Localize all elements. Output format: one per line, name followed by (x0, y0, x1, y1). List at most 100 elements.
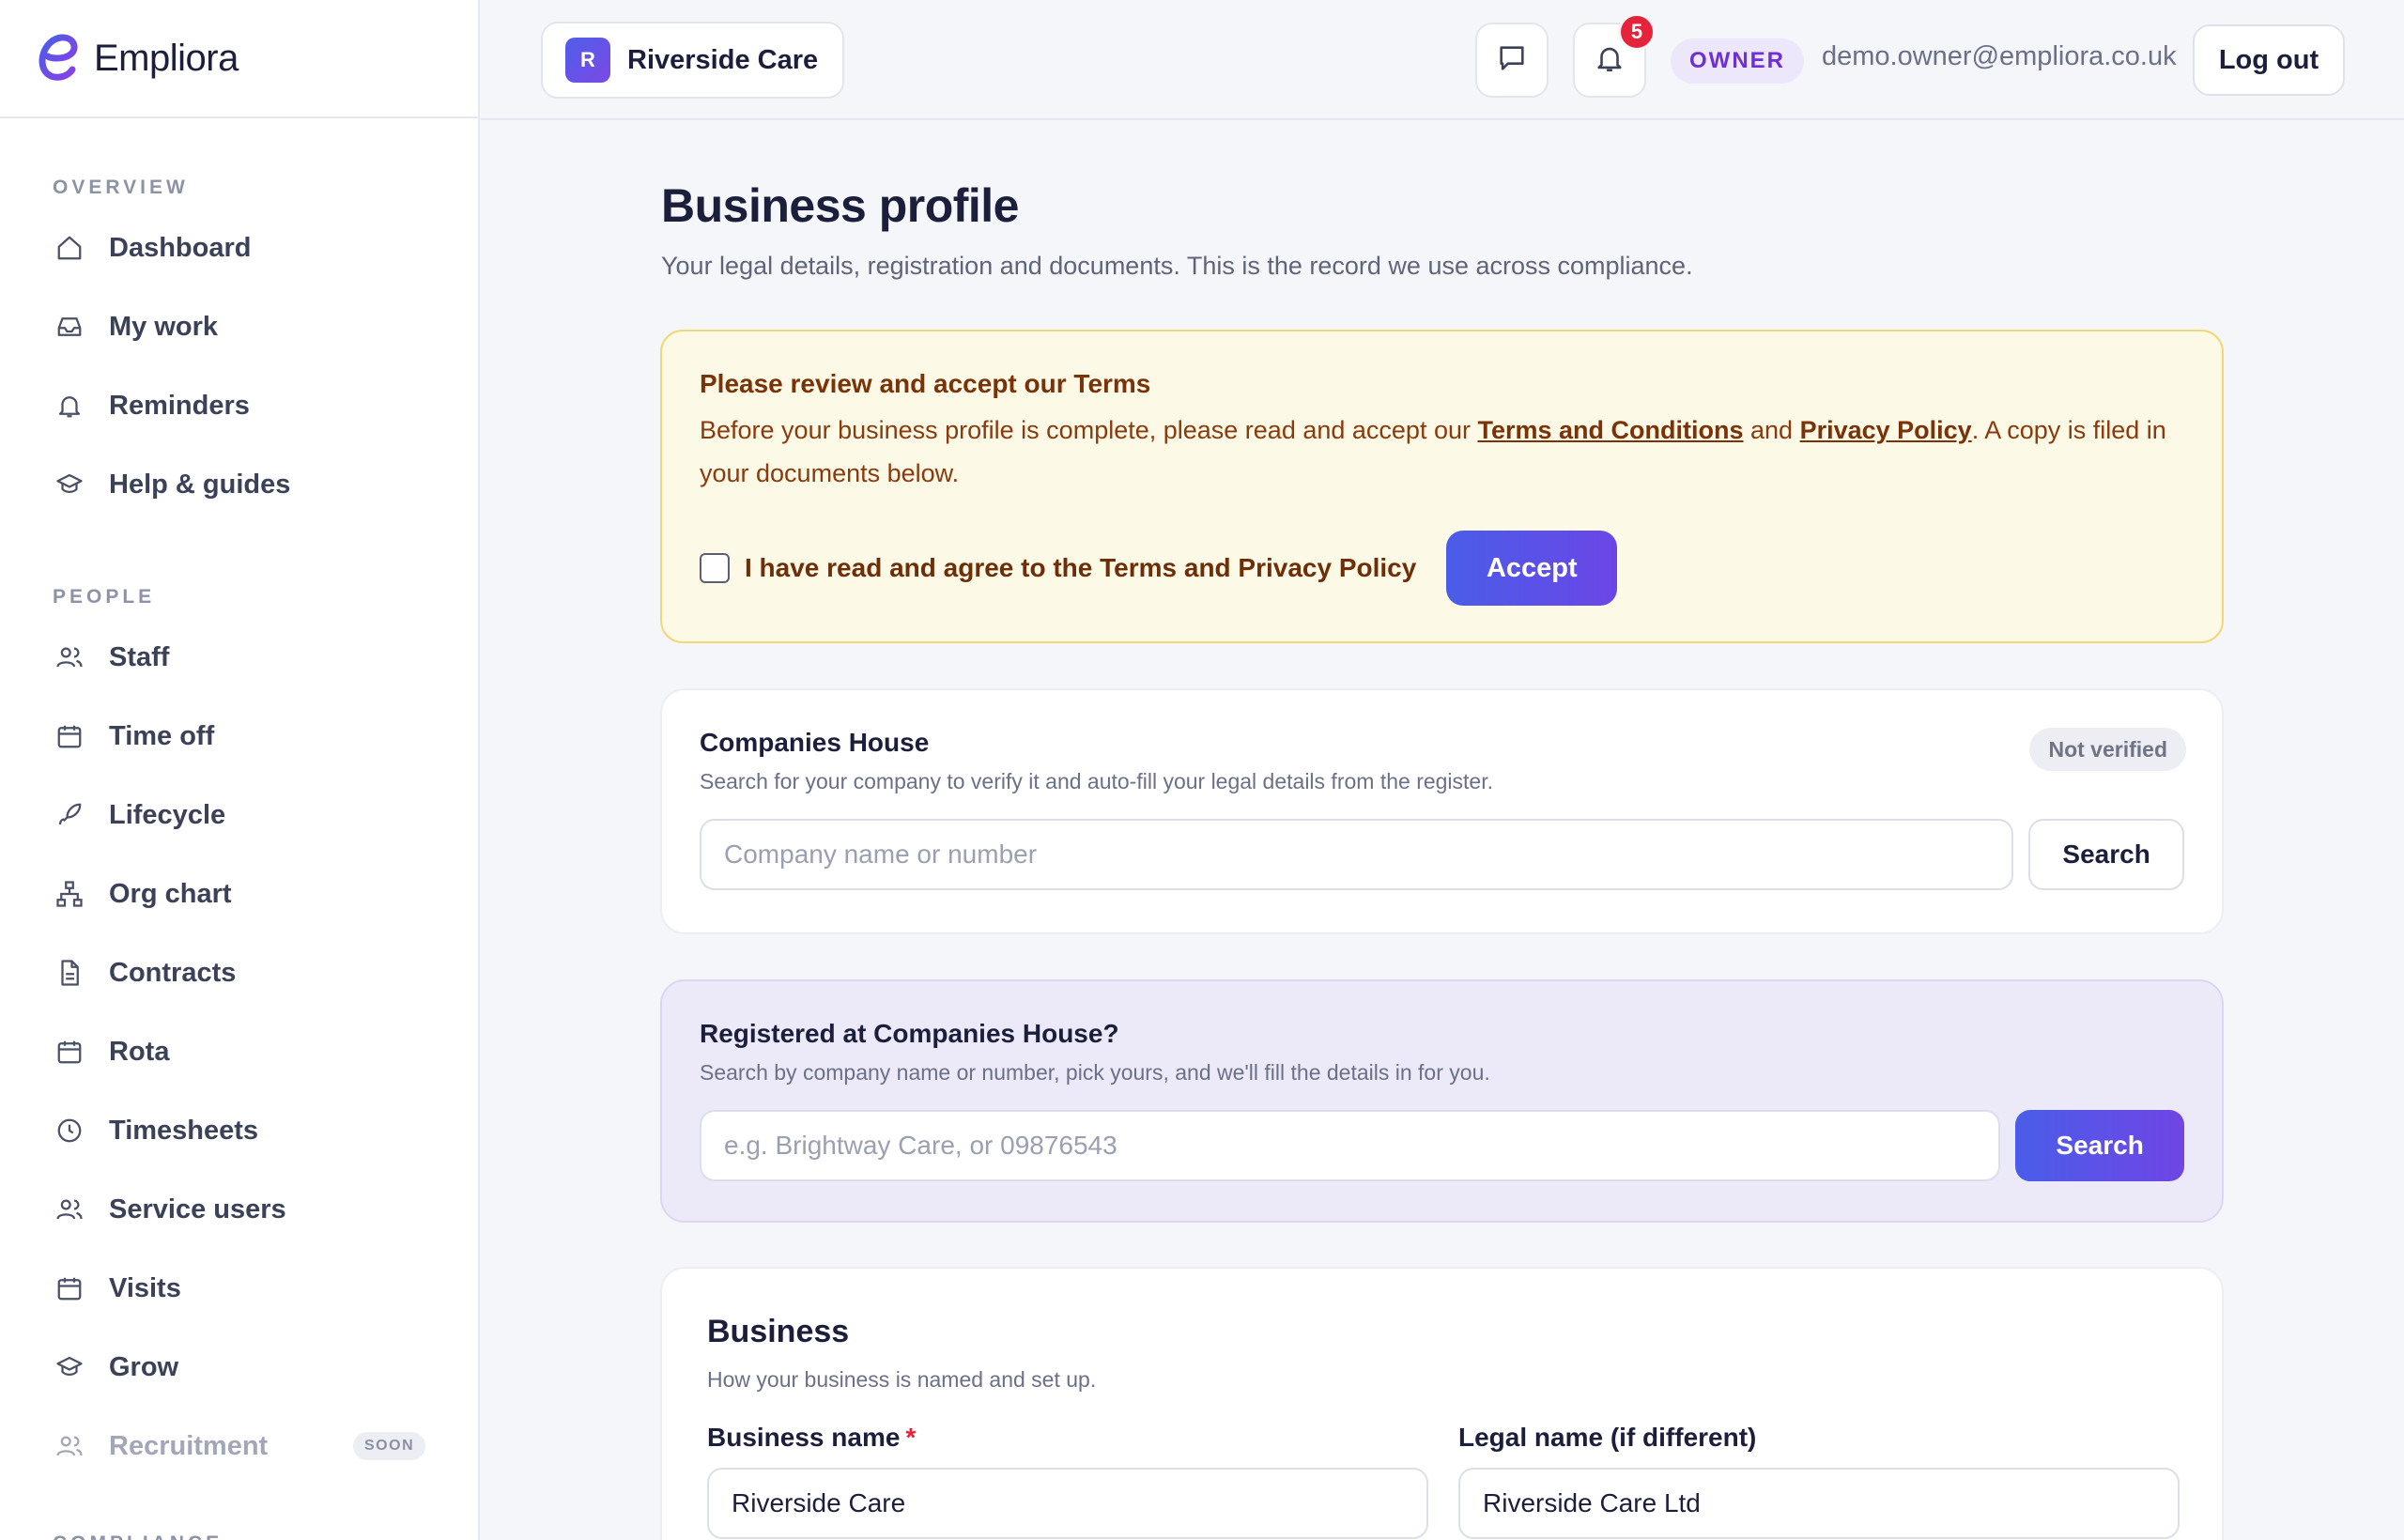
nav-item-service-users[interactable]: Service users (0, 1170, 478, 1249)
notification-count-badge: 5 (1618, 13, 1656, 51)
registered-search-input[interactable] (700, 1110, 2001, 1181)
legal-name-field: Legal name (if different) (1458, 1423, 2180, 1539)
privacy-policy-link[interactable]: Privacy Policy (1800, 416, 1972, 444)
terms-body-prefix: Before your business profile is complete… (700, 416, 1478, 444)
soon-badge: SOON (353, 1432, 426, 1460)
users-icon (53, 1429, 86, 1463)
nav-label: Org chart (109, 878, 232, 909)
nav-label: Time off (109, 720, 215, 751)
business-fields-row: Business name* Legal name (if different) (707, 1423, 2180, 1539)
agree-label[interactable]: I have read and agree to the Terms and P… (745, 553, 1416, 583)
nav-label: Rota (109, 1036, 170, 1067)
empliora-logo-icon (36, 32, 83, 85)
role-badge: OWNER (1671, 38, 1804, 84)
document-icon (53, 956, 86, 990)
org-avatar: R (565, 38, 610, 83)
calendar-icon (53, 719, 86, 753)
page-title: Business profile (661, 179, 1020, 232)
brand-name: Empliora (94, 37, 239, 79)
company-search-button[interactable]: Search (2028, 819, 2184, 890)
nav-label: Help & guides (109, 469, 291, 500)
companies-house-subtitle: Search for your company to verify it and… (700, 769, 1494, 793)
page-subtitle: Your legal details, registration and doc… (661, 252, 1693, 280)
agree-checkbox[interactable] (700, 553, 730, 583)
inbox-icon (53, 310, 86, 344)
notifications-button[interactable]: 5 (1573, 13, 1656, 98)
nav-label: Staff (109, 641, 170, 672)
nav-item-time-off[interactable]: Time off (0, 697, 478, 776)
bell-icon (1594, 42, 1626, 79)
business-name-label-text: Business name (707, 1423, 901, 1452)
brand[interactable]: Empliora (0, 0, 478, 118)
nav-item-org-chart[interactable]: Org chart (0, 855, 478, 933)
nav-item-visits[interactable]: Visits (0, 1249, 478, 1328)
nav-label: Timesheets (109, 1115, 259, 1146)
accept-button[interactable]: Accept (1446, 531, 1618, 606)
terms-body-mid: and (1743, 416, 1800, 444)
business-name-field: Business name * (707, 1423, 1428, 1539)
calendar-icon (53, 1035, 86, 1069)
nav-label: Reminders (109, 390, 250, 421)
business-card: Business How your business is named and … (660, 1267, 2224, 1540)
nav-item-contracts[interactable]: Contracts (0, 933, 478, 1012)
nav-item-rota[interactable]: Rota (0, 1012, 478, 1091)
nav-label: Service users (109, 1194, 286, 1224)
nav-section-people: PEOPLE (53, 586, 156, 608)
org-switcher[interactable]: R Riverside Care (541, 22, 845, 99)
nav-section-compliance: COMPLIANCE (0, 1523, 478, 1540)
companies-house-title: Companies House (700, 728, 930, 757)
nav-label: Grow (109, 1351, 179, 1382)
company-search-input[interactable] (700, 819, 2014, 890)
business-title: Business (707, 1314, 850, 1349)
nav-item-timesheets[interactable]: Timesheets (0, 1091, 478, 1170)
sidebar: Empliora OVERVIEW Dashboard My work Remi… (0, 0, 480, 1540)
nav-label: Dashboard (109, 232, 252, 263)
nav-item-recruitment[interactable]: Recruitment SOON (0, 1407, 478, 1486)
registered-search-row: Search (700, 1110, 2184, 1181)
logout-button[interactable]: Log out (2193, 24, 2345, 96)
terms-accept-row: I have read and agree to the Terms and P… (700, 531, 2184, 606)
graduation-cap-icon (53, 468, 86, 501)
users-icon (53, 640, 86, 674)
chat-icon (1496, 42, 1528, 79)
org-chart-icon (53, 877, 86, 911)
messages-button[interactable] (1475, 23, 1549, 98)
terms-body: Before your business profile is complete… (700, 408, 2193, 495)
terms-notice: Please review and accept our Terms Befor… (660, 330, 2224, 643)
companies-house-search-row: Search (700, 819, 2184, 890)
nav-label: Recruitment (109, 1430, 269, 1461)
calendar-icon (53, 1271, 86, 1305)
legal-name-label: Legal name (if different) (1458, 1423, 1757, 1452)
users-icon (53, 1193, 86, 1226)
nav-label: Contracts (109, 957, 237, 988)
legal-name-input[interactable] (1458, 1468, 2180, 1539)
nav-item-grow[interactable]: Grow (0, 1328, 478, 1407)
terms-title: Please review and accept our Terms (700, 369, 1151, 398)
home-icon (53, 231, 86, 265)
terms-and-conditions-link[interactable]: Terms and Conditions (1477, 416, 1743, 444)
nav-item-lifecycle[interactable]: Lifecycle (0, 776, 478, 855)
bell-icon (53, 389, 86, 423)
graduation-cap-icon (53, 1350, 86, 1384)
nav-section-overview: OVERVIEW (53, 177, 189, 198)
registered-companies-house-card: Registered at Companies House? Search by… (660, 979, 2224, 1223)
nav-label: My work (109, 311, 219, 342)
business-name-input[interactable] (707, 1468, 1428, 1539)
companies-house-card: Companies House Not verified Search for … (660, 688, 2224, 934)
nav-item-reminders[interactable]: Reminders (0, 366, 478, 445)
registered-subtitle: Search by company name or number, pick y… (700, 1060, 1490, 1085)
nav-item-my-work[interactable]: My work (0, 287, 478, 366)
nav-item-dashboard[interactable]: Dashboard (0, 208, 478, 287)
required-marker: * (905, 1423, 917, 1452)
business-name-label: Business name * (707, 1423, 1428, 1453)
registered-search-button[interactable]: Search (2015, 1110, 2184, 1181)
nav-label: Lifecycle (109, 799, 226, 830)
verification-status-badge: Not verified (2029, 728, 2186, 771)
registered-title: Registered at Companies House? (700, 1019, 1119, 1048)
clock-icon (53, 1114, 86, 1147)
nav-item-staff[interactable]: Staff (0, 618, 478, 697)
nav-item-help-guides[interactable]: Help & guides (0, 445, 478, 524)
main-nav: OVERVIEW Dashboard My work Reminders Hel… (0, 118, 478, 1540)
top-bar: R Riverside Care 5 OWNER demo.owner@empl… (481, 0, 2404, 120)
rocket-icon (53, 798, 86, 832)
